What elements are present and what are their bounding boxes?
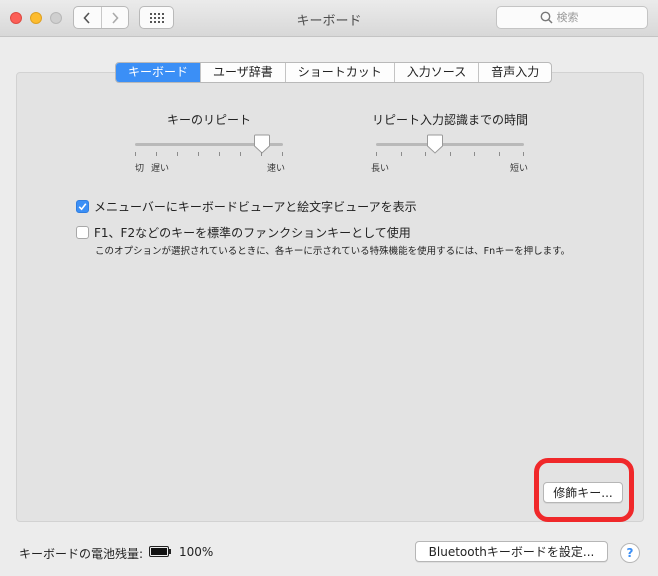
tab-shortcuts[interactable]: ショートカット (284, 63, 394, 82)
grid-icon (149, 12, 164, 23)
show-viewer-checkbox[interactable] (76, 200, 89, 213)
repeat-delay-slider[interactable] (376, 134, 524, 154)
fn-keys-checkbox[interactable] (76, 226, 89, 239)
bluetooth-setup-button[interactable]: Bluetoothキーボードを設定... (415, 541, 608, 562)
fn-keys-description: このオプションが選択されているときに、各キーに示されている特殊機能を使用するには… (95, 246, 571, 257)
forward-chevron-icon (112, 11, 119, 24)
key-repeat-slider[interactable] (135, 134, 283, 154)
title-bar: キーボード (0, 0, 658, 37)
slider-tick (282, 152, 283, 156)
window-title: キーボード (296, 14, 362, 29)
key-repeat-title: キーのリピート (166, 113, 251, 127)
repeat-delay-title: リピート入力認識までの時間 (371, 113, 528, 127)
show-all-button[interactable] (139, 6, 174, 29)
search-field[interactable] (496, 6, 648, 29)
slider-tick (376, 152, 377, 156)
slider-tick (135, 152, 136, 156)
slider-tick (198, 152, 199, 156)
battery-label: キーボードの電池残量: (19, 547, 144, 561)
back-chevron-icon (83, 11, 90, 24)
slider-tick (523, 152, 524, 156)
checkmark-icon (78, 203, 87, 211)
battery-icon (149, 546, 169, 557)
slider-tick (261, 152, 262, 156)
slider-tick (449, 152, 451, 156)
key-repeat-off-label: 切 (135, 164, 145, 174)
slider-tick (474, 152, 475, 156)
repeat-delay-long-label: 長い (371, 164, 390, 174)
fn-keys-option[interactable]: F1、F2などのキーを標準のファンクションキーとして使用 (76, 224, 411, 241)
search-input[interactable] (552, 11, 605, 24)
key-repeat-slow-label: 遅い (151, 164, 170, 174)
battery-percent: 100% (179, 545, 214, 559)
slider-tick (498, 152, 500, 156)
tab-dictation[interactable]: 音声入力 (478, 63, 551, 82)
minimize-window-button[interactable] (30, 12, 42, 24)
slider-tick (425, 152, 426, 156)
tab-bar: キーボード ユーザ辞書 ショートカット 入力ソース 音声入力 (115, 62, 553, 83)
slider-tick (240, 152, 241, 156)
fn-keys-label: F1、F2などのキーを標準のファンクションキーとして使用 (94, 226, 411, 240)
tab-input-sources[interactable]: 入力ソース (393, 63, 478, 82)
close-window-button[interactable] (10, 12, 22, 24)
repeat-delay-slider-thumb[interactable] (426, 134, 444, 154)
show-viewer-option[interactable]: メニューバーにキーボードビューアと絵文字ビューアを表示 (76, 198, 417, 215)
repeat-delay-short-label: 短い (510, 164, 529, 174)
battery-icon-nub (169, 549, 171, 554)
slider-tick (219, 152, 220, 156)
help-icon[interactable]: ? (620, 543, 640, 563)
back-button[interactable] (74, 7, 101, 28)
slider-tick (400, 152, 402, 156)
slider-tick (177, 152, 178, 156)
forward-button[interactable] (100, 7, 129, 28)
keyboard-panel (16, 72, 644, 522)
show-viewer-label: メニューバーにキーボードビューアと絵文字ビューアを表示 (94, 200, 417, 214)
search-icon (540, 11, 553, 24)
modifier-keys-button[interactable]: 修飾キー... (543, 482, 623, 503)
tab-user-dictionary[interactable]: ユーザ辞書 (200, 63, 285, 82)
navigation-buttons (73, 6, 129, 29)
key-repeat-slider-thumb[interactable] (253, 134, 271, 154)
tab-keyboard[interactable]: キーボード (116, 63, 201, 82)
zoom-window-button[interactable] (50, 12, 62, 24)
key-repeat-fast-label: 速い (267, 164, 286, 174)
slider-tick (156, 152, 157, 156)
